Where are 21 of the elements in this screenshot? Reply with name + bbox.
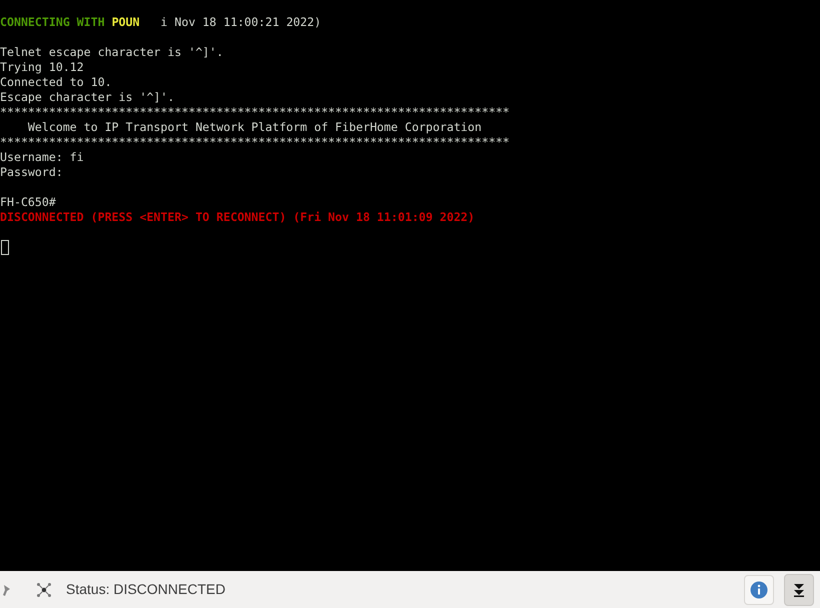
terminal-text: Username: fi (0, 150, 84, 165)
terminal-text: Telnet escape character is '^]'. (0, 45, 224, 60)
terminal-text: FH-C650# (0, 195, 56, 210)
terminal-text: ************************************************************************* (0, 135, 510, 150)
terminal-text: Connected to 10. (0, 75, 112, 90)
terminal-text: ************************************************************************* (0, 105, 510, 120)
info-icon (750, 580, 768, 598)
terminal-text: i Nov 18 11:00:21 2022) (160, 15, 322, 30)
status-text: Status: DISCONNECTED (66, 580, 226, 599)
terminal-text: Password: (0, 165, 63, 180)
terminal-text: DISCONNECTED (PRESS <ENTER> TO RECONNECT) (Fri Nov 18 11:01:09 2022) (0, 210, 475, 225)
terminal-text: Trying 10.12 (0, 60, 84, 75)
terminal-text: Escape character is '^]'. (0, 90, 175, 105)
network-icon[interactable] (36, 582, 52, 598)
terminal-text: Welcome to IP Transport Network Platform of FiberHome Corporation (26, 120, 482, 135)
scroll-lock-button[interactable] (784, 574, 814, 606)
pin-icon[interactable] (2, 582, 12, 596)
terminal-text: CONNECTING WITH (0, 15, 106, 30)
info-button[interactable] (744, 574, 774, 604)
terminal-text: POUN (112, 15, 140, 30)
double-down-arrow-icon (793, 582, 805, 596)
